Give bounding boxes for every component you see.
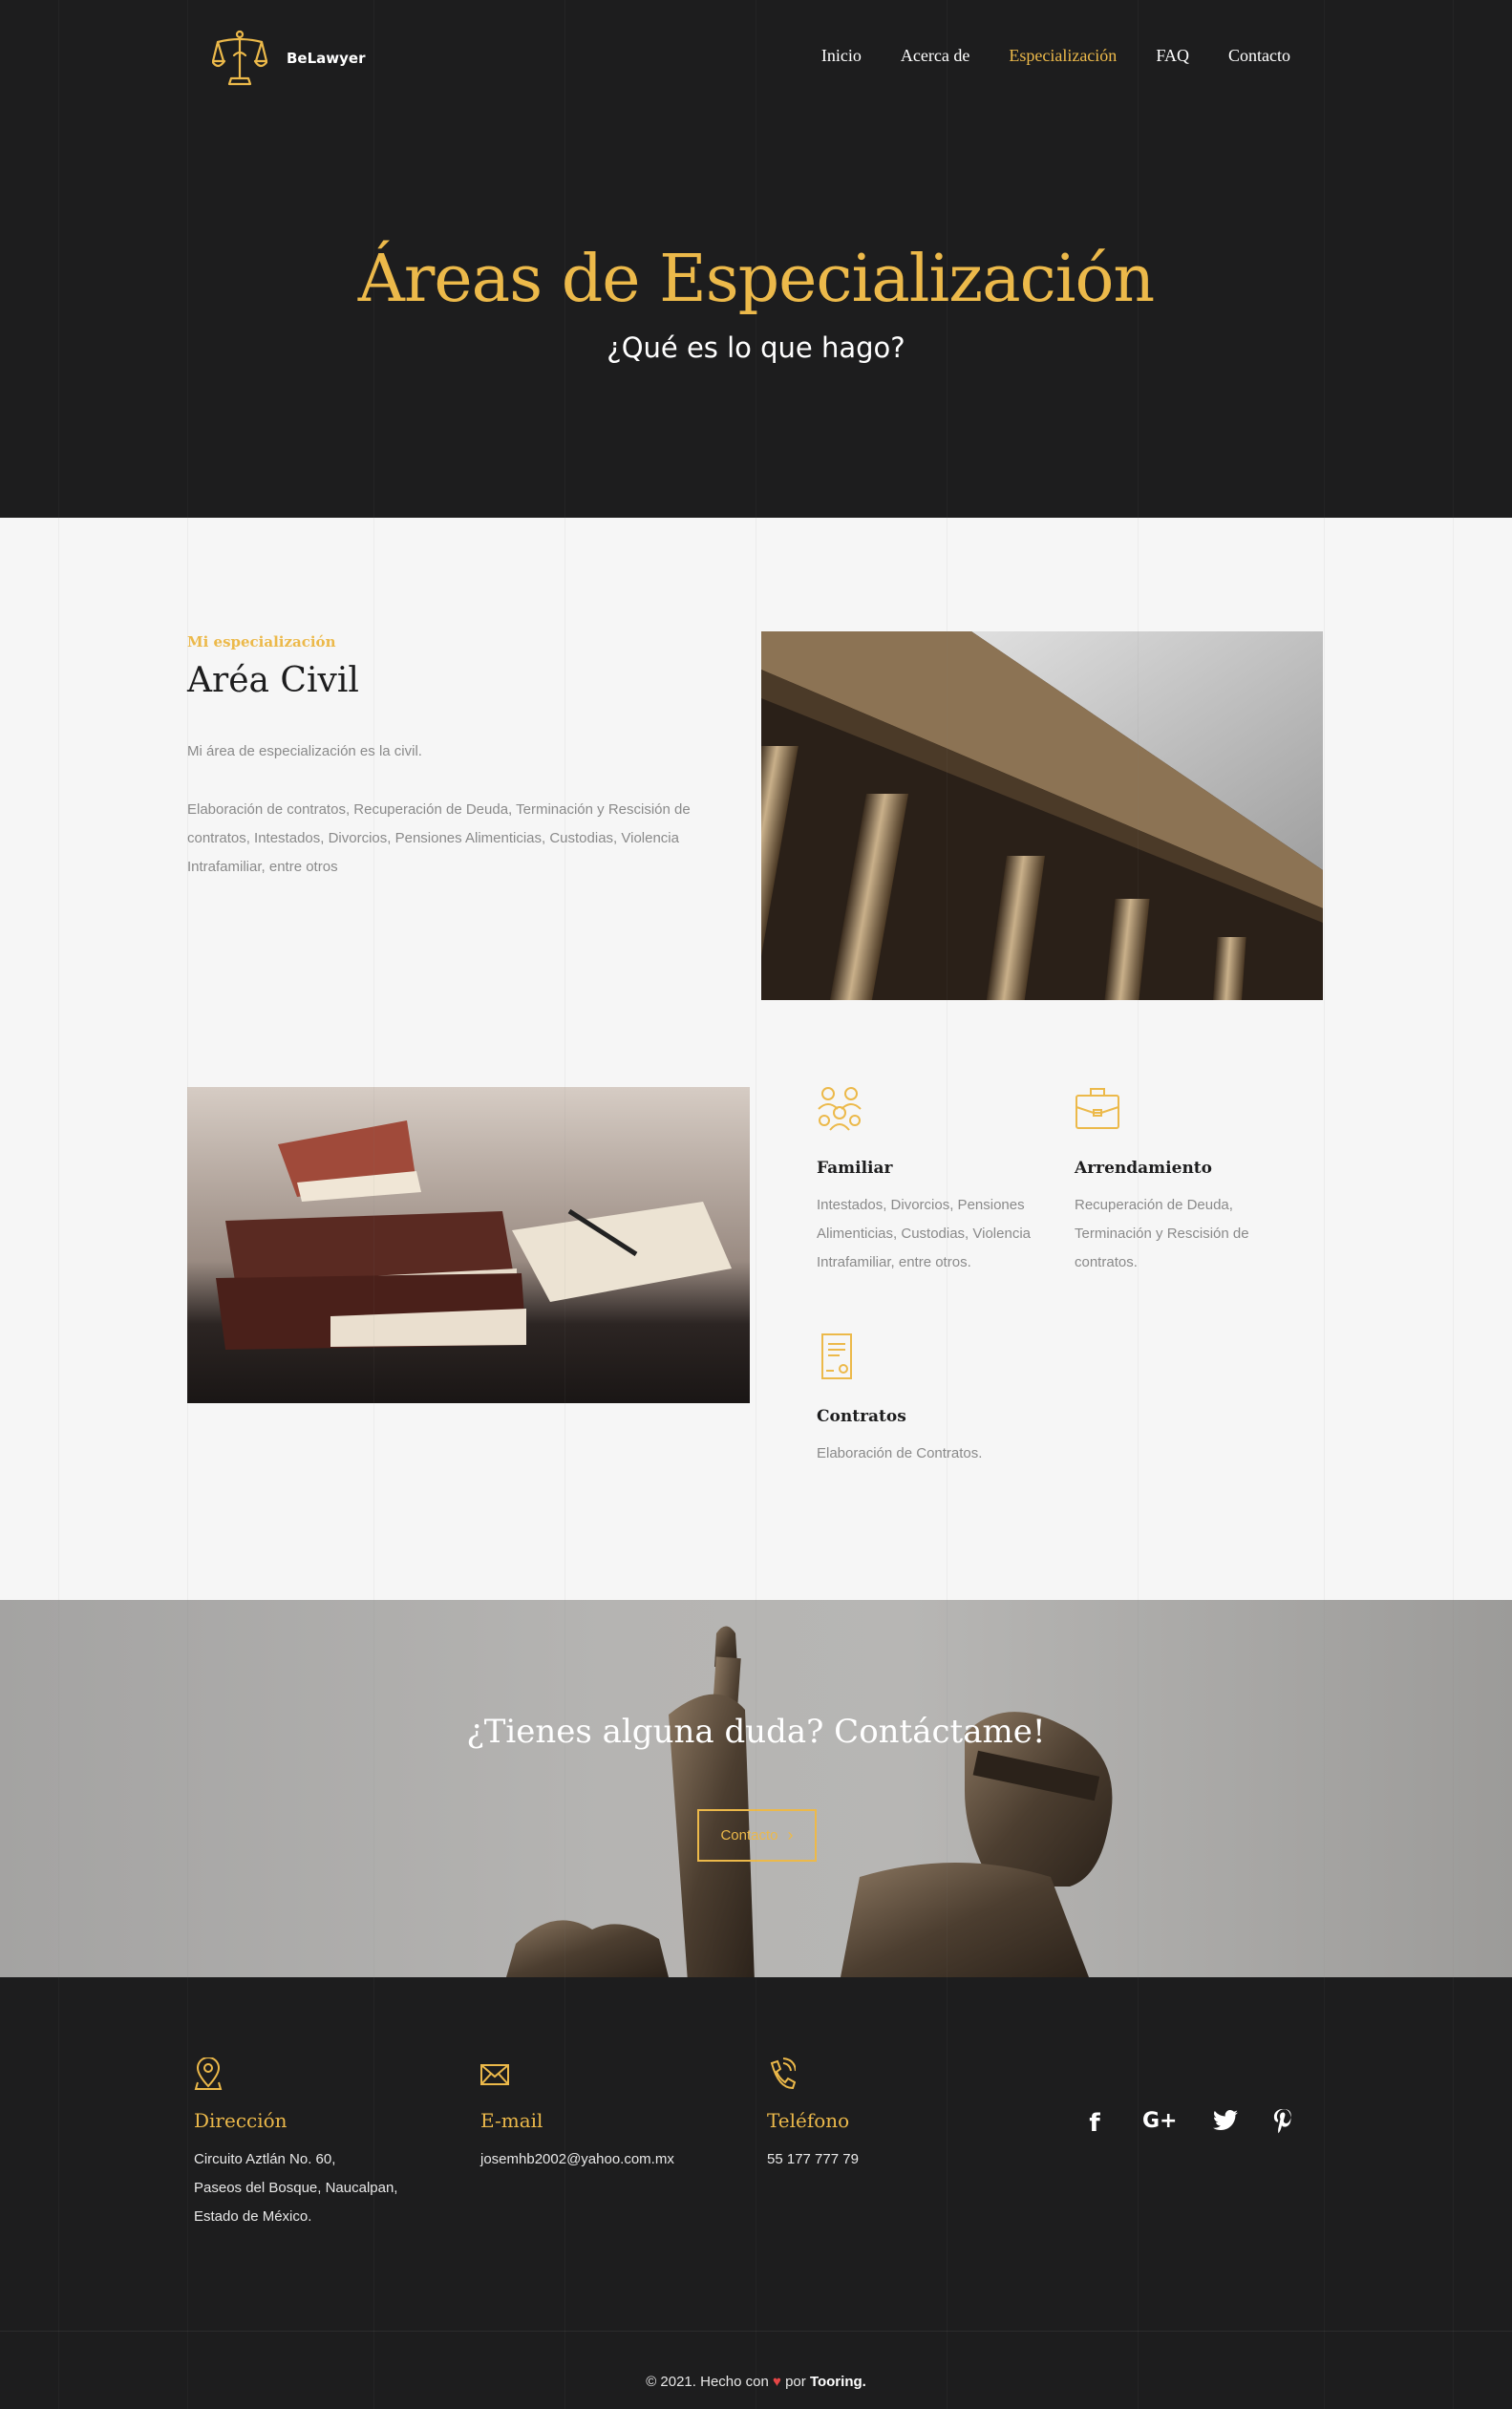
footer-email: E-mail josemhb2002@yahoo.com.mx — [480, 2057, 674, 2174]
phone-link[interactable]: 55 177 777 79 — [767, 2145, 859, 2174]
family-icon — [818, 1087, 862, 1131]
map-pin-icon — [194, 2057, 223, 2090]
address-title: Dirección — [194, 2109, 287, 2132]
copyright-text: por — [785, 2374, 806, 2390]
contact-button[interactable]: Contacto › — [697, 1809, 817, 1862]
main-nav: Inicio Acerca de Especialización FAQ Con… — [782, 46, 1290, 66]
courthouse-image — [761, 631, 1323, 1000]
heart-icon: ♥ — [773, 2374, 781, 2390]
logo-text: BeLawyer — [287, 50, 366, 67]
email-title: E-mail — [480, 2109, 543, 2132]
page-title: Áreas de Especialización — [357, 242, 1155, 317]
logo[interactable]: BeLawyer — [212, 29, 366, 88]
envelope-icon — [480, 2064, 509, 2085]
service-title: Arrendamiento — [1075, 1159, 1212, 1178]
section-title: Aréa Civil — [187, 661, 359, 700]
footer-divider — [0, 2331, 1512, 2332]
scales-of-justice-icon — [212, 30, 267, 86]
contact-button-label: Contacto — [720, 1827, 778, 1844]
section-description: Elaboración de contratos, Recuperación d… — [187, 801, 691, 875]
nav-especializacion[interactable]: Especialización — [1009, 46, 1117, 66]
footer-address: Dirección Circuito Aztlán No. 60, Paseos… — [194, 2057, 397, 2231]
social-links: f G+ — [1083, 2109, 1331, 2141]
service-title: Familiar — [817, 1159, 893, 1178]
service-familiar: Familiar Intestados, Divorcios, Pensione… — [817, 1084, 1046, 1277]
address-line: Estado de México. — [194, 2208, 312, 2225]
service-text: Elaboración de Contratos. — [817, 1445, 983, 1461]
page-subtitle: ¿Qué es lo que hago? — [607, 331, 905, 364]
contract-icon — [821, 1333, 852, 1379]
nav-acerca-de[interactable]: Acerca de — [901, 46, 969, 66]
phone-title: Teléfono — [767, 2109, 850, 2132]
cta-title: ¿Tienes alguna duda? Contáctame! — [466, 1713, 1046, 1751]
books-image — [187, 1087, 750, 1403]
nav-contacto[interactable]: Contacto — [1228, 46, 1290, 66]
address-line: Paseos del Bosque, Naucalpan, — [194, 2180, 398, 2196]
service-text: Intestados, Divorcios, Pensiones Aliment… — [817, 1197, 1031, 1270]
pinterest-icon[interactable] — [1272, 2109, 1295, 2141]
nav-inicio[interactable]: Inicio — [821, 46, 862, 66]
address-line: Circuito Aztlán No. 60, — [194, 2151, 336, 2167]
service-contratos: Contratos Elaboración de Contratos. — [817, 1332, 1046, 1468]
google-plus-icon[interactable]: G+ — [1142, 2109, 1178, 2141]
phone-icon — [770, 2057, 796, 2090]
service-title: Contratos — [817, 1407, 906, 1426]
section-intro: Mi área de especialización es la civil. — [187, 743, 422, 759]
nav-faq[interactable]: FAQ — [1156, 46, 1189, 66]
copyright: © 2021. Hecho con ♥ por Tooring. — [0, 2374, 1512, 2390]
chevron-right-icon: › — [787, 1825, 794, 1844]
service-text: Recuperación de Deuda, Terminación y Res… — [1075, 1197, 1249, 1270]
service-arrendamiento: Arrendamiento Recuperación de Deuda, Ter… — [1075, 1084, 1294, 1277]
facebook-icon[interactable]: f — [1083, 2109, 1106, 2141]
cta-banner: ¿Tienes alguna duda? Contáctame! Contact… — [0, 1600, 1512, 1977]
footer: Dirección Circuito Aztlán No. 60, Paseos… — [0, 1977, 1512, 2409]
twitter-icon[interactable] — [1213, 2109, 1238, 2141]
briefcase-icon — [1075, 1088, 1119, 1129]
lady-justice-statue-image — [506, 1626, 1113, 1977]
hero-section: BeLawyer Inicio Acerca de Especializació… — [0, 0, 1512, 518]
copyright-text: © 2021. Hecho con — [646, 2374, 769, 2390]
email-link[interactable]: josemhb2002@yahoo.com.mx — [480, 2145, 674, 2174]
section-eyebrow: Mi especialización — [187, 633, 336, 650]
footer-phone: Teléfono 55 177 777 79 — [767, 2057, 859, 2174]
brand-link[interactable]: Tooring. — [810, 2374, 866, 2390]
